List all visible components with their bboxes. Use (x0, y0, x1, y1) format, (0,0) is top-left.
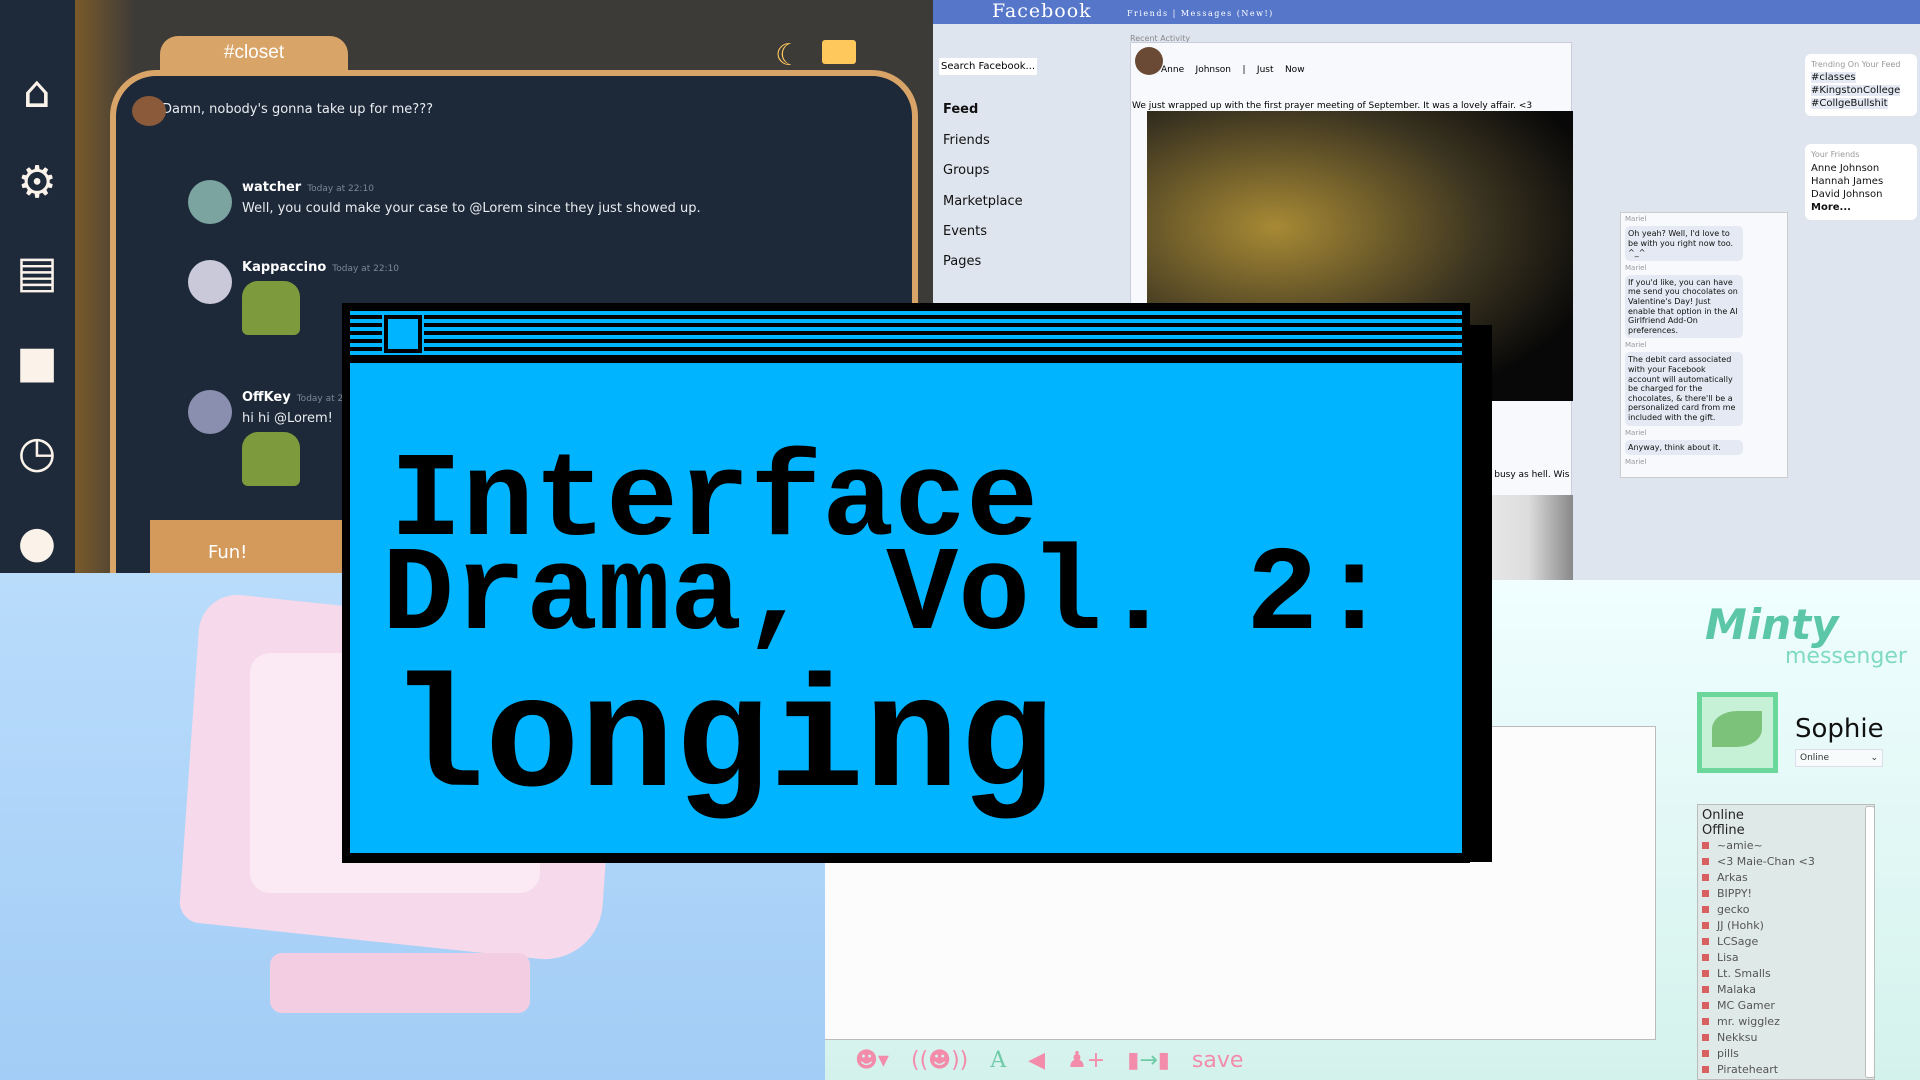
close-box-icon[interactable] (382, 313, 424, 355)
send-file-icon[interactable]: ▮→▮ (1127, 1048, 1170, 1073)
dm-popup: Mariel Oh yeah? Well, I'd love to be wit… (1620, 212, 1788, 478)
buddy-item[interactable]: Arkas (1702, 870, 1870, 886)
gear-icon[interactable]: ⚙ (12, 158, 62, 208)
nav-marketplace[interactable]: Marketplace (943, 194, 1023, 209)
buddy-item[interactable]: Malaka (1702, 982, 1870, 998)
scrollbar[interactable] (1865, 806, 1875, 1078)
avatar (188, 390, 232, 434)
title-line-2: Drama, Vol. 2: (382, 529, 1391, 665)
add-contact-icon[interactable]: ♟+ (1067, 1048, 1105, 1073)
nav-events[interactable]: Events (943, 224, 987, 239)
nav-friends[interactable]: Friends (943, 133, 990, 148)
home-icon[interactable]: ⌂ (12, 68, 62, 118)
post-author[interactable]: Anne Johnson | Just Now (1161, 65, 1305, 75)
toolbar: ☻▾ ((☻)) A ◀ ♟+ ▮→▮ save (855, 1042, 1243, 1078)
nav-feed[interactable]: Feed (943, 102, 978, 117)
friend-link[interactable]: Hannah James (1811, 175, 1911, 188)
buddy-item[interactable]: <3 Maie-Chan <3 (1702, 854, 1870, 870)
message-input[interactable]: Fun! (150, 520, 350, 573)
emoticon-icon[interactable]: ☻▾ (855, 1048, 889, 1073)
minty-logo-sub: messenger (1785, 644, 1907, 669)
nav-pages[interactable]: Pages (943, 254, 981, 269)
message: OffKey Today at 22:10 hi hi @Lorem! (188, 390, 363, 486)
minty-logo: Minty (1705, 600, 1839, 649)
title-bar[interactable] (350, 311, 1462, 357)
more-friends-link[interactable]: More... (1811, 201, 1911, 214)
group-online[interactable]: Online (1702, 808, 1870, 823)
buddy-item[interactable]: Lt. Smalls (1702, 966, 1870, 982)
title-window: Interface Drama, Vol. 2: longing (342, 303, 1470, 863)
sound-icon[interactable]: ◀ (1028, 1048, 1045, 1073)
trending-tag[interactable]: #classes (1811, 72, 1856, 83)
avatar (188, 260, 232, 304)
buddy-item[interactable]: mr. wigglez (1702, 1014, 1870, 1030)
buddy-item[interactable]: pills (1702, 1046, 1870, 1062)
avatar (1135, 47, 1163, 75)
monitor-base (270, 953, 530, 1013)
friend-link[interactable]: Anne Johnson (1811, 162, 1911, 175)
avatar (132, 96, 166, 126)
friend-link[interactable]: David Johnson (1811, 188, 1911, 201)
clock-icon[interactable]: ◷ (12, 428, 62, 478)
facebook-logo[interactable]: Facebook (992, 0, 1092, 22)
channel-tab[interactable]: #closet (160, 36, 348, 70)
buddy-item[interactable]: LCSage (1702, 934, 1870, 950)
post-text: We just wrapped up with the first prayer… (1132, 101, 1533, 111)
buddy-item[interactable]: Pirateheart (1702, 1062, 1870, 1078)
friends-card: Your Friends Anne Johnson Hannah James D… (1805, 144, 1917, 221)
user-name: Sophie (1795, 714, 1884, 744)
folder-icon[interactable]: ■ (12, 338, 62, 388)
avatar (188, 180, 232, 224)
nav-groups[interactable]: Groups (943, 163, 989, 178)
trending-tag[interactable]: #CollgeBullshit (1811, 98, 1888, 109)
status-select[interactable]: Online ⌄ (1795, 749, 1883, 767)
trending-tag[interactable]: #KingstonCollege (1811, 85, 1901, 96)
phone-icon[interactable]: ☾ (775, 38, 802, 73)
message: watcher Today at 22:10 Well, you could mak… (188, 180, 701, 224)
buddy-item[interactable]: BIPPY! (1702, 886, 1870, 902)
buddy-item[interactable]: JJ (Hohk) (1702, 918, 1870, 934)
font-icon[interactable]: A (990, 1048, 1006, 1073)
emote-image (242, 281, 300, 335)
title-window-body: Interface Drama, Vol. 2: longing (350, 363, 1462, 853)
nudge-icon[interactable]: ((☻)) (911, 1048, 968, 1073)
message: Damn, nobody's gonna take up for me??? (132, 96, 433, 126)
top-links[interactable]: Friends | Messages (New!) (1127, 9, 1274, 18)
title-line-3: longing (390, 654, 1054, 833)
save-icon[interactable]: ▤ (12, 248, 62, 298)
chat-sidebar: ⌂ ⚙ ▤ ■ ◷ ● (0, 0, 75, 573)
trending-card: Trending On Your Feed #classes #Kingston… (1805, 54, 1917, 116)
buddy-list: Online Offline ~amie~ <3 Maie-Chan <3 Arka… (1697, 804, 1875, 1080)
chevron-down-icon: ⌄ (1870, 753, 1878, 763)
video-camera-icon[interactable] (822, 40, 856, 64)
leaf-avatar-icon[interactable] (1697, 692, 1778, 773)
buddy-item[interactable]: Nekksu (1702, 1030, 1870, 1046)
buddy-item[interactable]: ~amie~ (1702, 838, 1870, 854)
buddy-item[interactable]: MC Gamer (1702, 998, 1870, 1014)
group-offline[interactable]: Offline (1702, 823, 1870, 838)
buddy-item[interactable]: Lisa (1702, 950, 1870, 966)
emote-image (242, 432, 300, 486)
search-input[interactable]: Search Facebook... (939, 58, 1038, 75)
save-button[interactable]: save (1192, 1048, 1244, 1073)
user-icon[interactable]: ● (12, 518, 62, 568)
buddy-item[interactable]: gecko (1702, 902, 1870, 918)
